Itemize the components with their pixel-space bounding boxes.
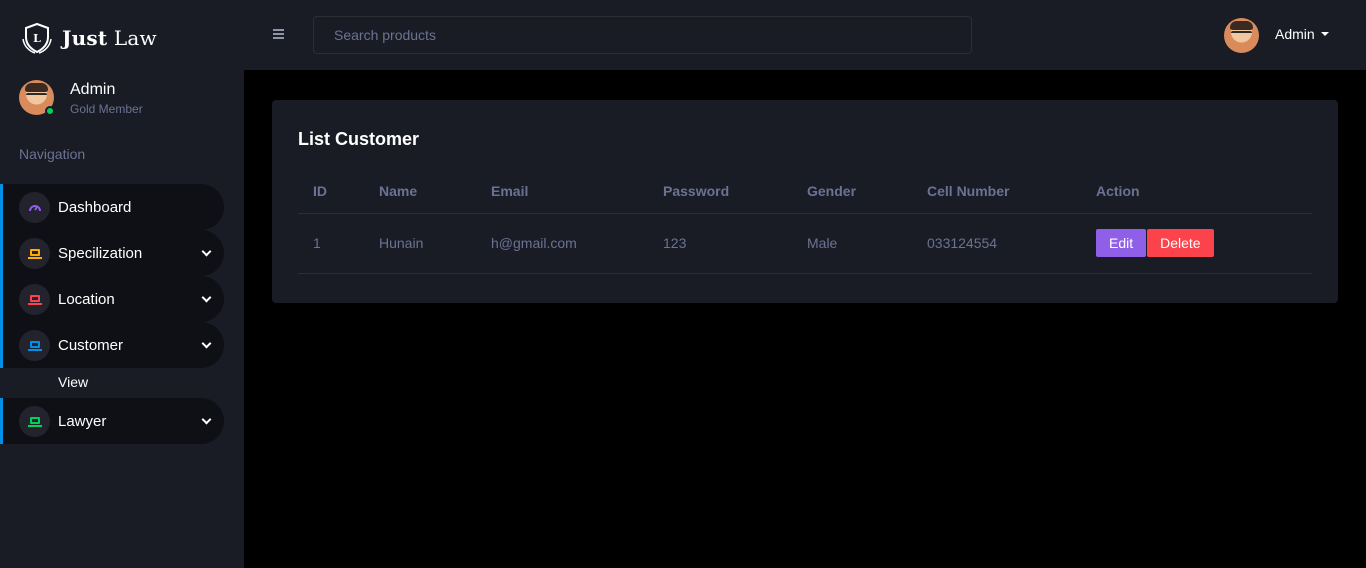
laptop-icon bbox=[19, 284, 50, 315]
column-header: Name bbox=[364, 170, 476, 214]
search-input[interactable] bbox=[314, 17, 971, 53]
sidebar-item-label: Location bbox=[58, 290, 115, 308]
cell-name: Hunain bbox=[364, 213, 476, 274]
user-name: Admin bbox=[1275, 26, 1315, 42]
laptop-icon bbox=[19, 330, 50, 361]
customer-table: ID Name Email Password Gender Cell Numbe… bbox=[298, 170, 1312, 274]
cell-gender: Male bbox=[792, 213, 912, 274]
column-header: Gender bbox=[792, 170, 912, 214]
avatar bbox=[19, 80, 55, 116]
online-status-dot bbox=[45, 106, 55, 116]
customer-list-card: List Customer ID Name Email Password Gen… bbox=[272, 100, 1338, 303]
sidebar-item-label: Lawyer bbox=[58, 412, 107, 430]
laptop-icon bbox=[19, 238, 50, 269]
chevron-down-icon bbox=[201, 338, 212, 349]
sidebar-item-label: Dashboard bbox=[58, 198, 132, 216]
caret-down-icon bbox=[1320, 32, 1329, 36]
sidebar-item-specilization[interactable]: Specilization bbox=[0, 230, 224, 276]
avatar[interactable] bbox=[1224, 18, 1259, 53]
card-title: List Customer bbox=[298, 129, 420, 149]
nav-caption: Navigation bbox=[19, 146, 86, 162]
column-header: Password bbox=[648, 170, 792, 214]
cell-email: h@gmail.com bbox=[476, 213, 648, 274]
sidebar-subitem-view[interactable]: View bbox=[58, 374, 88, 390]
chevron-down-icon bbox=[201, 292, 212, 303]
sidebar: L Just Law Admin Gold Member Navigation … bbox=[0, 0, 244, 568]
profile-membership: Gold Member bbox=[70, 102, 143, 116]
hamburger-menu-icon[interactable] bbox=[273, 29, 284, 39]
chevron-down-icon bbox=[201, 246, 212, 257]
speedometer-icon bbox=[19, 192, 50, 223]
user-menu-toggle[interactable]: Admin bbox=[1275, 26, 1329, 42]
edit-button[interactable]: Edit bbox=[1096, 229, 1147, 257]
search-box bbox=[313, 16, 972, 54]
brand-logo-link[interactable]: L Just Law bbox=[20, 20, 157, 56]
profile-name: Admin bbox=[70, 81, 116, 98]
top-navbar: Admin bbox=[244, 0, 1366, 70]
column-header: Email bbox=[476, 170, 648, 214]
shield-logo-icon: L bbox=[22, 22, 52, 54]
column-header: Cell Number bbox=[912, 170, 1081, 214]
brand-name: Just Law bbox=[62, 26, 157, 50]
cell-password: 123 bbox=[648, 213, 792, 274]
table-header-row: ID Name Email Password Gender Cell Numbe… bbox=[298, 170, 1312, 214]
cell-actions: Edit Delete bbox=[1081, 213, 1312, 274]
laptop-icon bbox=[19, 406, 50, 437]
delete-button[interactable]: Delete bbox=[1147, 229, 1214, 257]
cell-id: 1 bbox=[298, 213, 364, 274]
sidebar-profile[interactable]: Admin Gold Member bbox=[19, 80, 143, 116]
chevron-down-icon bbox=[201, 414, 212, 425]
svg-text:L: L bbox=[33, 32, 41, 45]
sidebar-item-dashboard[interactable]: Dashboard bbox=[0, 184, 224, 230]
column-header: Action bbox=[1081, 170, 1312, 214]
sidebar-item-customer[interactable]: Customer bbox=[0, 322, 224, 368]
column-header: ID bbox=[298, 170, 364, 214]
table-row: 1 Hunain h@gmail.com 123 Male 033124554 … bbox=[298, 213, 1312, 274]
sidebar-item-lawyer[interactable]: Lawyer bbox=[0, 398, 224, 444]
sidebar-item-label: Customer bbox=[58, 336, 124, 354]
sidebar-item-label: Specilization bbox=[58, 244, 143, 262]
cell-cell-number: 033124554 bbox=[912, 213, 1081, 274]
sidebar-item-location[interactable]: Location bbox=[0, 276, 224, 322]
